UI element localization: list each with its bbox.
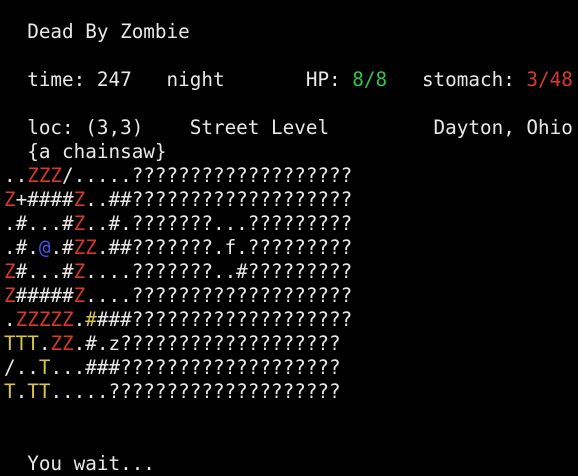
tree-glyph: TT — [27, 380, 51, 403]
zombie-glyph: ZZZZZ — [15, 308, 74, 331]
map-terrain: +#### — [15, 188, 74, 211]
zombie-glyph: ZZ — [73, 236, 97, 259]
level-name: Street Level — [189, 116, 330, 139]
game-title-text: Dead By Zombie — [27, 20, 190, 43]
stomach-label: stomach: — [421, 68, 515, 91]
zombie-glyph: ZZ — [50, 332, 74, 355]
zombie-glyph: Z — [4, 284, 16, 307]
map-terrain: /.....??????????????????? — [62, 164, 353, 187]
map-terrain: ..#.???????...????????? — [85, 212, 353, 235]
map-row: .#.@.#ZZ.##???????.f.????????? — [4, 236, 352, 260]
map-terrain: .#.z??????????????????? — [73, 332, 341, 355]
map-row: Z#####Z....??????????????????? — [4, 284, 352, 308]
hp-value: 8/8 — [352, 68, 388, 91]
map-terrain: #...# — [15, 260, 74, 283]
map-terrain: .#...# — [4, 212, 74, 235]
city-name: Dayton, Ohio — [433, 116, 573, 139]
tree-glyph: T — [4, 380, 16, 403]
hp-label: HP: — [305, 68, 341, 91]
day-phase: night — [166, 68, 225, 91]
map-terrain: ...###??????????????????? — [50, 356, 341, 379]
zombie-glyph: Z — [73, 212, 86, 235]
map-terrain: .. — [4, 164, 28, 187]
map-terrain: ..##??????????????????? — [85, 188, 353, 211]
game-title: Dead By Zombie — [4, 0, 190, 43]
map-terrain: .....???????????????????? — [50, 380, 341, 403]
map-terrain: .#. — [4, 236, 39, 259]
stomach-value: 3/48 — [526, 68, 573, 91]
zombie-glyph: Z — [73, 260, 86, 283]
map-row: /..T...###??????????????????? — [4, 356, 341, 380]
map-row: T.TT.....???????????????????? — [4, 380, 341, 404]
zombie-glyph: ZZZ — [27, 164, 63, 187]
map-terrain: .# — [50, 236, 74, 259]
map-row: ..ZZZ/.....??????????????????? — [4, 164, 352, 188]
inventory-text: {a chainsaw} — [27, 140, 167, 163]
map-terrain: . — [4, 308, 16, 331]
map-terrain: ###??????????????????? — [96, 308, 353, 331]
status-line-vitals: time: 247 night HP: 8/8 stomach: 3/48 — [4, 44, 573, 91]
zombie-glyph: Z — [4, 188, 16, 211]
map-terrain: . — [73, 308, 86, 331]
map-row: .ZZZZZ.####??????????????????? — [4, 308, 352, 332]
time-value: 247 — [96, 68, 132, 91]
map-terrain: .##???????.f.????????? — [96, 236, 353, 259]
map-terrain: ....???????..#????????? — [85, 260, 353, 283]
tree-glyph: T — [38, 356, 51, 379]
status-line-location: loc: (3,3) Street Level Dayton, Ohio — [4, 92, 573, 139]
map-terrain: /.. — [4, 356, 39, 379]
message-line: You wait... — [4, 428, 155, 475]
map-terrain: ....??????????????????? — [85, 284, 353, 307]
zombie-glyph: Z — [73, 284, 86, 307]
zombie-glyph: Z — [73, 188, 86, 211]
player-glyph: @ — [38, 236, 51, 259]
time-label: time: — [27, 68, 86, 91]
map-row: Z+####Z..##??????????????????? — [4, 188, 352, 212]
zombie-glyph: Z — [4, 260, 16, 283]
map-row: TTT.ZZ.#.z??????????????????? — [4, 332, 341, 356]
map-row: Z#...#Z....???????..#????????? — [4, 260, 352, 284]
inventory-line: {a chainsaw} — [4, 116, 166, 163]
map-terrain: . — [38, 332, 51, 355]
tree-glyph: TTT — [4, 332, 39, 355]
map-row: .#...#Z..#.???????...????????? — [4, 212, 352, 236]
map-terrain: . — [15, 380, 28, 403]
tree-glyph: # — [85, 308, 97, 331]
map-terrain: ##### — [15, 284, 74, 307]
